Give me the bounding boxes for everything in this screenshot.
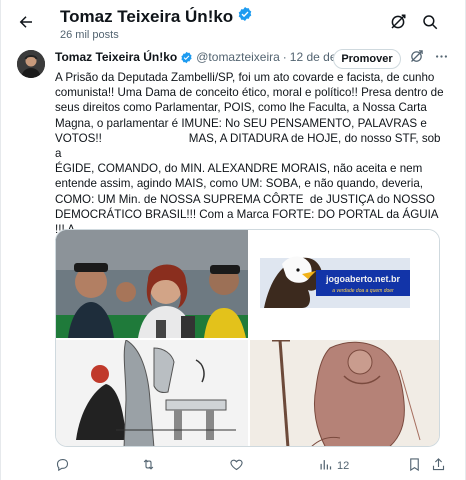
media-photo-crowd[interactable] — [56, 230, 248, 338]
search-button[interactable] — [418, 12, 442, 36]
grok-icon — [409, 49, 424, 69]
bookmark-button[interactable] — [407, 456, 422, 476]
like-button[interactable] — [229, 456, 248, 476]
bar-chart-icon — [318, 457, 333, 475]
heart-icon — [229, 457, 244, 475]
media-sketch-figure[interactable] — [250, 340, 439, 446]
more-dots-icon — [434, 49, 449, 69]
author-handle[interactable]: @tomazteixeira — [196, 50, 280, 64]
promote-button[interactable]: Promover — [333, 49, 401, 69]
avatar[interactable] — [17, 50, 45, 78]
tweet-meta: Tomaz Teixeira Ún!ko @tomazteixeira · 12… — [55, 50, 343, 64]
no-notifications-icon — [389, 13, 407, 36]
views-count: 12 — [337, 460, 350, 472]
tweet-text: A Prisão da Deputada Zambelli/SP, foi um… — [55, 71, 444, 251]
bookmark-icon — [407, 457, 422, 475]
author-name[interactable]: Tomaz Teixeira Ún!ko — [55, 50, 177, 64]
portal-logo-subtext: a verdade doa a quem doer — [332, 288, 394, 294]
back-button[interactable] — [12, 10, 40, 38]
meta-separator: · — [282, 50, 287, 64]
media-cartoon-justice[interactable] — [56, 340, 248, 446]
notifications-toggle-button[interactable] — [386, 12, 410, 36]
views-button[interactable]: 12 — [318, 456, 349, 476]
page-title: Tomaz Teixeira Ún!ko — [60, 6, 234, 26]
share-icon — [431, 457, 446, 475]
retweet-button[interactable] — [141, 456, 160, 476]
media-portal-logo[interactable]: jogoaberto.net.br a verdade doa a quem d… — [250, 230, 439, 338]
verified-badge-icon — [180, 51, 193, 64]
grok-button[interactable] — [407, 50, 425, 68]
verified-badge-icon — [237, 6, 253, 27]
reply-icon — [55, 457, 70, 475]
retweet-icon — [141, 457, 156, 475]
more-options-button[interactable] — [432, 50, 450, 68]
share-button[interactable] — [431, 456, 446, 476]
back-arrow-icon — [17, 13, 35, 36]
header-title-block: Tomaz Teixeira Ún!ko 26 mil posts — [60, 6, 253, 41]
tweet-media-grid: jogoaberto.net.br a verdade doa a quem d… — [55, 229, 440, 447]
profile-header: Tomaz Teixeira Ún!ko 26 mil posts — [0, 0, 466, 46]
tweet-actions: 12 — [55, 456, 450, 476]
reply-button[interactable] — [55, 456, 74, 476]
search-icon — [421, 13, 439, 36]
portal-logo-text: jogoaberto.net.br — [325, 274, 400, 284]
posts-count: 26 mil posts — [60, 29, 119, 41]
